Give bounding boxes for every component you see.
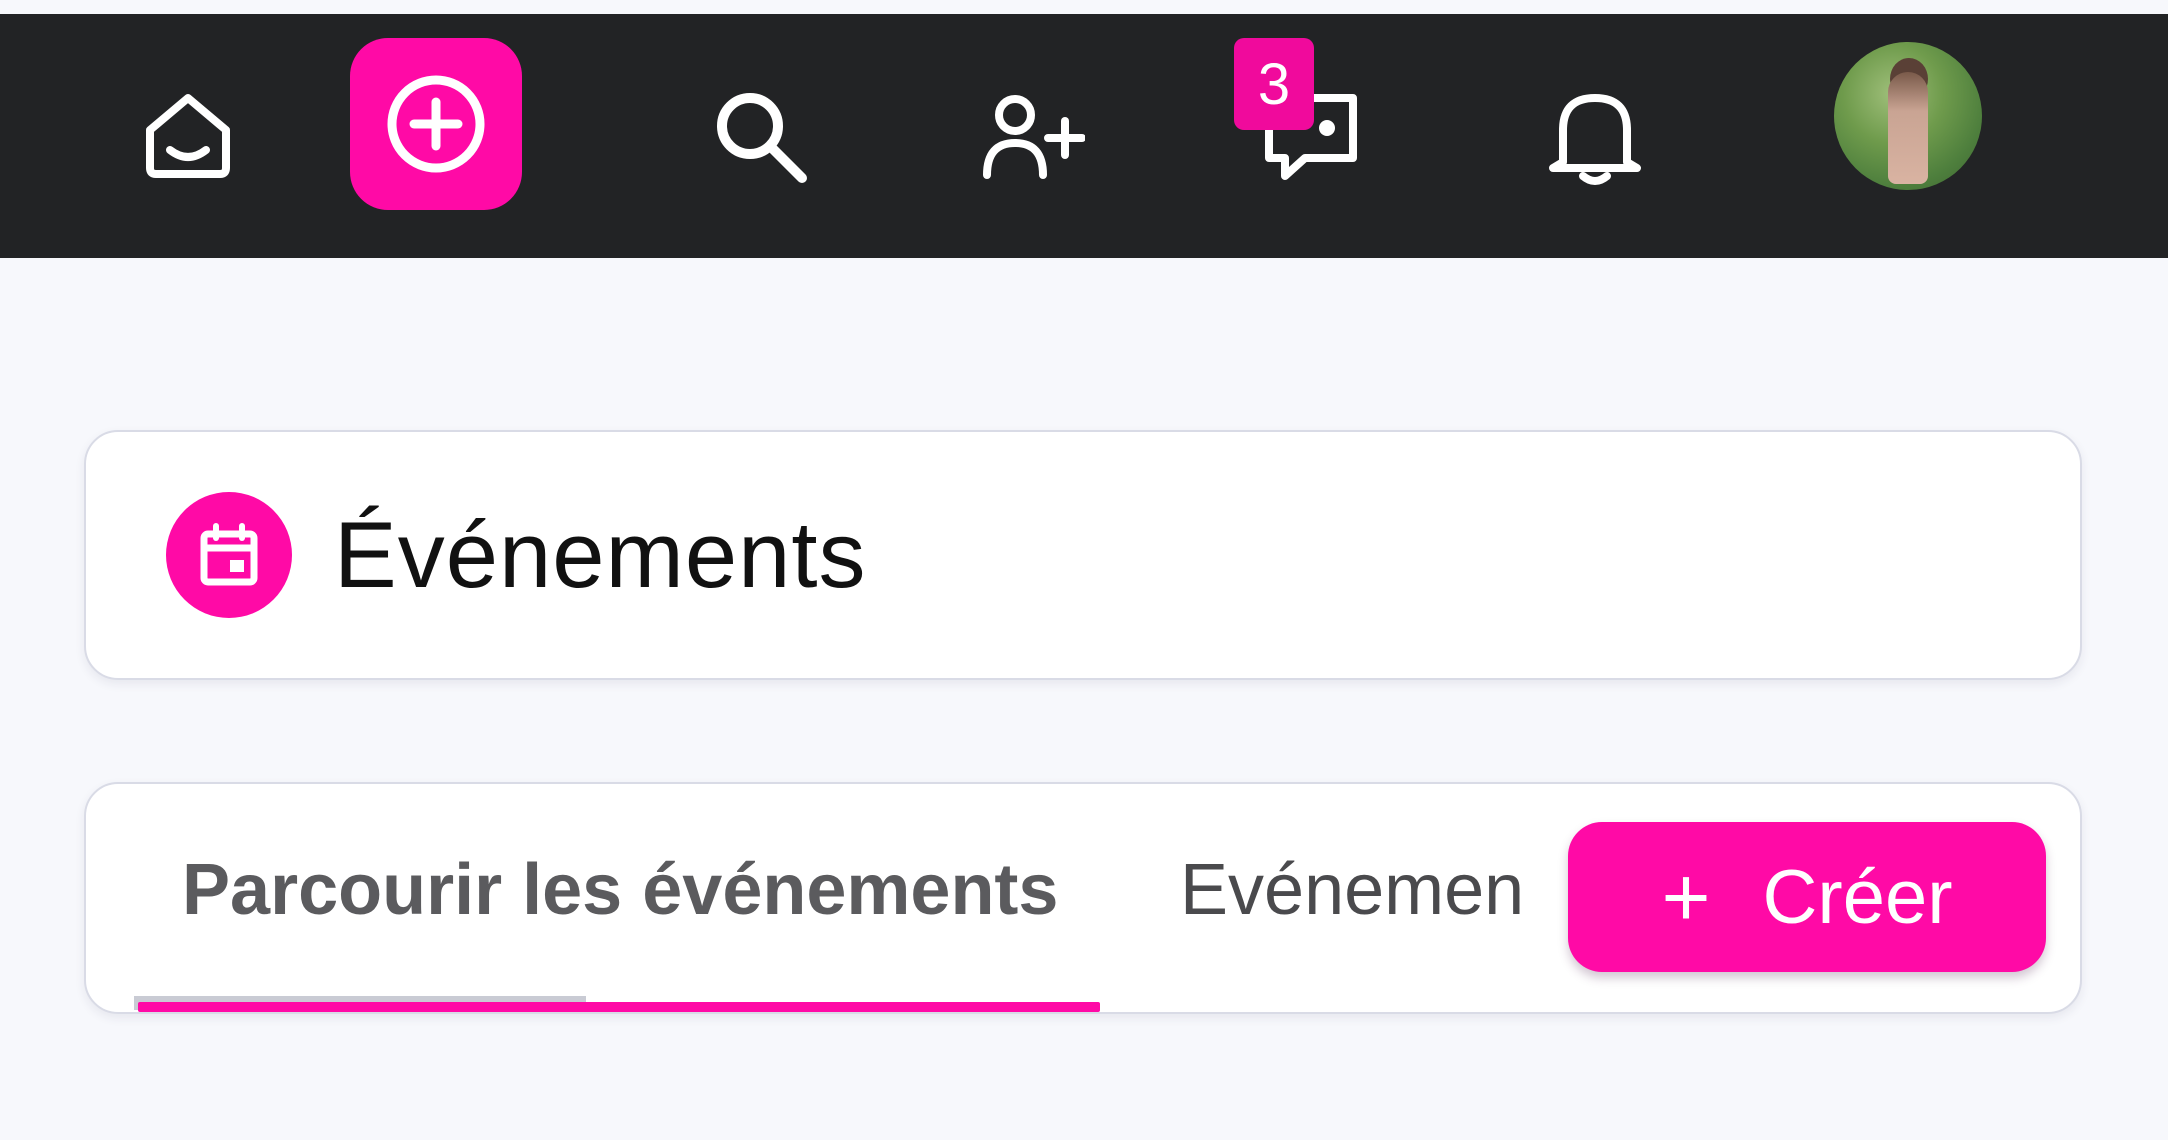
create-event-button[interactable]: + Créer bbox=[1568, 822, 2046, 972]
tab-my-events[interactable]: Evénemen bbox=[1180, 784, 1604, 996]
avatar-figure-shape bbox=[1888, 72, 1928, 184]
add-circle-icon bbox=[387, 75, 485, 173]
home-icon bbox=[146, 94, 230, 178]
bell-icon bbox=[1549, 94, 1641, 185]
messages-count-badge: 3 bbox=[1234, 38, 1314, 130]
create-event-label: Créer bbox=[1762, 854, 1953, 940]
active-tab-indicator bbox=[138, 1002, 1100, 1012]
search-icon bbox=[717, 93, 807, 183]
add-friend-button[interactable] bbox=[970, 14, 1096, 258]
page-title: Événements bbox=[334, 502, 867, 607]
calendar-icon bbox=[200, 523, 258, 586]
top-nav-bar: 3 bbox=[0, 14, 2168, 258]
calendar-icon-badge bbox=[166, 492, 292, 618]
search-button[interactable] bbox=[700, 14, 820, 258]
home-button[interactable] bbox=[130, 14, 246, 258]
create-post-button[interactable] bbox=[350, 38, 522, 210]
plus-icon: + bbox=[1661, 849, 1711, 944]
notifications-button[interactable] bbox=[1540, 14, 1650, 258]
events-tabs-card: Parcourir les événements Evénemen + Crée… bbox=[84, 782, 2082, 1014]
profile-avatar[interactable] bbox=[1834, 42, 1982, 190]
add-user-icon bbox=[983, 95, 1085, 179]
page-header-card: Événements bbox=[84, 430, 2082, 680]
tab-browse-events[interactable]: Parcourir les événements bbox=[182, 784, 1082, 996]
